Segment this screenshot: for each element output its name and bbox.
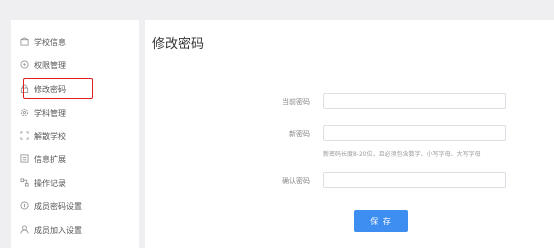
school-icon xyxy=(20,37,29,46)
page-title: 修改密码 xyxy=(152,37,205,52)
current-password-label: 当前密码 xyxy=(282,98,310,106)
sidebar-item-dissolve[interactable]: 解散学校 xyxy=(18,126,128,146)
sidebar-item-subject[interactable]: 学科管理 xyxy=(18,103,128,123)
sidebar-item-label: 成员加入设置 xyxy=(34,225,82,235)
confirm-password-label: 确认密码 xyxy=(282,177,310,185)
user-icon xyxy=(20,225,29,234)
new-password-label: 新密码 xyxy=(289,130,310,138)
sidebar-item-label: 权限管理 xyxy=(34,60,66,70)
sidebar-item-member-password[interactable]: 成员密码设置 xyxy=(18,196,128,216)
gear-icon xyxy=(20,108,29,117)
save-button[interactable]: 保 存 xyxy=(354,210,408,232)
sidebar-item-records[interactable]: 操作记录 xyxy=(18,173,128,193)
record-icon xyxy=(20,178,29,187)
sidebar-item-label: 学校信息 xyxy=(34,37,66,47)
sidebar-item-school-info[interactable]: 学校信息 xyxy=(18,32,128,52)
sidebar-item-change-password[interactable]: 修改密码 xyxy=(18,79,128,99)
sidebar-item-permission[interactable]: 权限管理 xyxy=(18,55,128,75)
dissolve-icon xyxy=(20,131,29,140)
sidebar-item-label: 修改密码 xyxy=(34,84,66,94)
top-bar xyxy=(0,0,554,20)
sidebar-item-label: 学科管理 xyxy=(34,108,66,118)
lock-icon xyxy=(20,84,29,93)
sidebar-item-info-ext[interactable]: 信息扩展 xyxy=(18,149,128,169)
new-password-hint: 新密码长度8-20位，且必须包含数字、小写字母、大写字母 xyxy=(323,151,481,158)
sidebar-item-member-join[interactable]: 成员加入设置 xyxy=(18,220,128,240)
sidebar-item-label: 成员密码设置 xyxy=(34,201,82,211)
new-password-input[interactable] xyxy=(323,125,506,141)
current-password-input[interactable] xyxy=(323,93,506,109)
member-password-icon xyxy=(20,201,29,210)
sidebar-item-label: 操作记录 xyxy=(34,178,66,188)
sidebar-item-label: 解散学校 xyxy=(34,131,66,141)
confirm-password-input[interactable] xyxy=(323,172,506,188)
left-margin xyxy=(0,20,11,248)
info-icon xyxy=(20,154,29,163)
sidebar-item-label: 信息扩展 xyxy=(34,154,66,164)
permission-icon xyxy=(20,60,29,69)
